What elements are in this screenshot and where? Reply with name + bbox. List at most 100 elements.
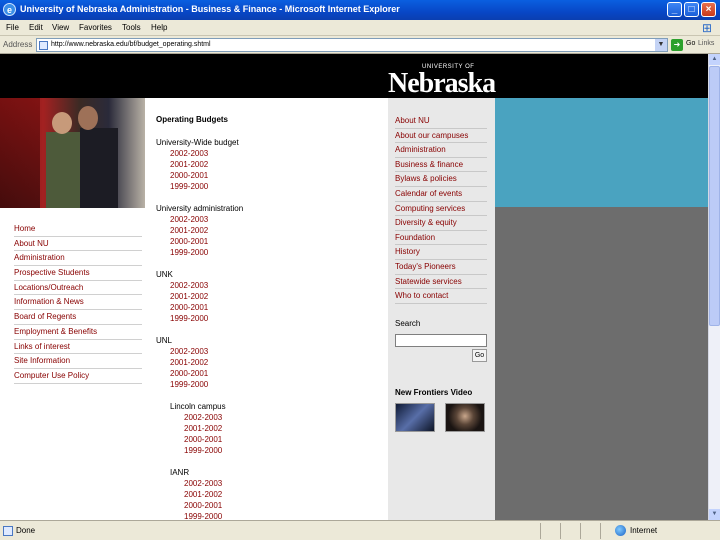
search-label: Search [395, 319, 421, 328]
menu-tools[interactable]: Tools [122, 23, 141, 32]
right-nav-about-campuses[interactable]: About our campuses [395, 129, 487, 144]
chevron-down-icon[interactable]: ▼ [655, 39, 667, 51]
group-title: UNL [156, 336, 173, 345]
video-thumbnail[interactable] [395, 403, 435, 432]
budget-link[interactable]: 2000-2001 [184, 501, 222, 510]
page-icon [39, 41, 48, 50]
budget-link[interactable]: 1999-2000 [170, 248, 208, 257]
page-viewport: UNIVERSITY OF Nebraska Home About NU Adm… [0, 54, 708, 520]
logo-nebraska: Nebraska [388, 68, 496, 99]
search-input[interactable] [395, 334, 487, 347]
minimize-button[interactable]: _ [667, 2, 682, 17]
right-nav-calendar[interactable]: Calendar of events [395, 187, 487, 202]
address-bar: Address http://www.nebraska.edu/bf/budge… [0, 36, 720, 54]
budget-link[interactable]: 1999-2000 [184, 512, 222, 520]
left-nav-links-of-interest[interactable]: Links of interest [14, 340, 142, 355]
status-bar: Done Internet [0, 520, 720, 540]
video-title: New Frontiers Video [395, 388, 473, 397]
right-nav-who-to-contact[interactable]: Who to contact [395, 289, 487, 304]
left-nav-about-nu[interactable]: About NU [14, 237, 142, 252]
right-nav-bylaws-policies[interactable]: Bylaws & policies [395, 172, 487, 187]
address-input[interactable]: http://www.nebraska.edu/bf/budget_operat… [36, 38, 668, 52]
site-header: UNIVERSITY OF Nebraska [0, 54, 708, 99]
left-nav-employment-benefits[interactable]: Employment & Benefits [14, 325, 142, 340]
group-title: University-Wide budget [156, 138, 239, 147]
group-title: IANR [170, 468, 190, 477]
left-nav: Home About NU Administration Prospective… [14, 222, 142, 384]
right-nav-about-nu[interactable]: About NU [395, 114, 487, 129]
ie-icon: e [3, 3, 16, 16]
window-title: University of Nebraska Administration - … [20, 4, 400, 14]
left-nav-administration[interactable]: Administration [14, 251, 142, 267]
vertical-scrollbar[interactable]: ▲ ▼ [708, 54, 720, 520]
maximize-button[interactable]: □ [684, 2, 699, 17]
close-button[interactable]: × [701, 2, 716, 17]
status-text: Done [16, 526, 36, 535]
budget-link[interactable]: 2000-2001 [170, 369, 208, 378]
menu-edit[interactable]: Edit [29, 23, 43, 32]
right-nav-statewide-services[interactable]: Statewide services [395, 275, 487, 290]
budget-link[interactable]: 1999-2000 [170, 380, 208, 389]
address-url[interactable]: http://www.nebraska.edu/bf/budget_operat… [51, 41, 211, 48]
internet-globe-icon [615, 525, 626, 536]
menu-file[interactable]: File [6, 23, 19, 32]
budget-link[interactable]: 2001-2002 [170, 160, 208, 169]
budget-link[interactable]: 2000-2001 [170, 237, 208, 246]
budget-link[interactable]: 2000-2001 [184, 435, 222, 444]
budget-link[interactable]: 2001-2002 [184, 490, 222, 499]
right-nav-todays-pioneers[interactable]: Today's Pioneers [395, 260, 487, 275]
menu-view[interactable]: View [52, 23, 69, 32]
windows-logo-icon: ⊞ [701, 21, 713, 35]
budget-link[interactable]: 2002-2003 [184, 479, 222, 488]
title-bar: e University of Nebraska Administration … [0, 0, 720, 20]
budget-link[interactable]: 2002-2003 [170, 149, 208, 158]
right-nav-diversity-equity[interactable]: Diversity & equity [395, 216, 487, 231]
scroll-up-icon[interactable]: ▲ [709, 54, 720, 65]
budget-link[interactable]: 2001-2002 [184, 424, 222, 433]
budget-link[interactable]: 2001-2002 [170, 358, 208, 367]
right-nav-administration[interactable]: Administration [395, 143, 487, 158]
budget-link[interactable]: 2002-2003 [184, 413, 222, 422]
group-title: University administration [156, 204, 244, 213]
budget-link[interactable]: 1999-2000 [170, 314, 208, 323]
go-arrow-icon[interactable]: ➜ [671, 39, 683, 51]
gray-panel [495, 207, 708, 520]
right-nav-computing-services[interactable]: Computing services [395, 202, 487, 217]
video-thumbnail[interactable] [445, 403, 485, 432]
left-nav-home[interactable]: Home [14, 222, 142, 237]
budget-link[interactable]: 2002-2003 [170, 281, 208, 290]
scroll-thumb[interactable] [709, 66, 720, 326]
security-zone: Internet [630, 526, 658, 535]
budget-link[interactable]: 1999-2000 [170, 182, 208, 191]
scroll-down-icon[interactable]: ▼ [709, 509, 720, 520]
search-go-button[interactable]: Go [472, 349, 487, 362]
budget-link[interactable]: 2001-2002 [170, 226, 208, 235]
left-column: Home About NU Administration Prospective… [0, 98, 145, 520]
left-nav-site-information[interactable]: Site Information [14, 354, 142, 369]
left-nav-board-of-regents[interactable]: Board of Regents [14, 310, 142, 325]
left-nav-locations-outreach[interactable]: Locations/Outreach [14, 281, 142, 296]
budget-link[interactable]: 2001-2002 [170, 292, 208, 301]
budget-link[interactable]: 2000-2001 [170, 303, 208, 312]
go-button[interactable]: Go [686, 40, 695, 47]
menu-favorites[interactable]: Favorites [79, 23, 112, 32]
links-button[interactable]: Links [698, 40, 714, 47]
right-column: About NU About our campuses Administrati… [388, 98, 495, 520]
left-nav-prospective-students[interactable]: Prospective Students [14, 266, 142, 281]
address-label: Address [3, 40, 33, 49]
main-content: Operating Budgets University-Wide budget… [145, 98, 388, 520]
left-nav-computer-use-policy[interactable]: Computer Use Policy [14, 369, 142, 384]
budget-link[interactable]: 2000-2001 [170, 171, 208, 180]
right-nav-history[interactable]: History [395, 245, 487, 260]
right-nav-foundation[interactable]: Foundation [395, 231, 487, 246]
right-nav: About NU About our campuses Administrati… [395, 114, 487, 304]
left-nav-information-news[interactable]: Information & News [14, 295, 142, 311]
budget-link[interactable]: 2002-2003 [170, 347, 208, 356]
budget-link[interactable]: 2002-2003 [170, 215, 208, 224]
group-title: UNK [156, 270, 173, 279]
right-nav-business-finance[interactable]: Business & finance [395, 158, 487, 173]
menu-help[interactable]: Help [151, 23, 167, 32]
hero-photo [0, 98, 145, 208]
page-done-icon [3, 526, 13, 536]
budget-link[interactable]: 1999-2000 [184, 446, 222, 455]
